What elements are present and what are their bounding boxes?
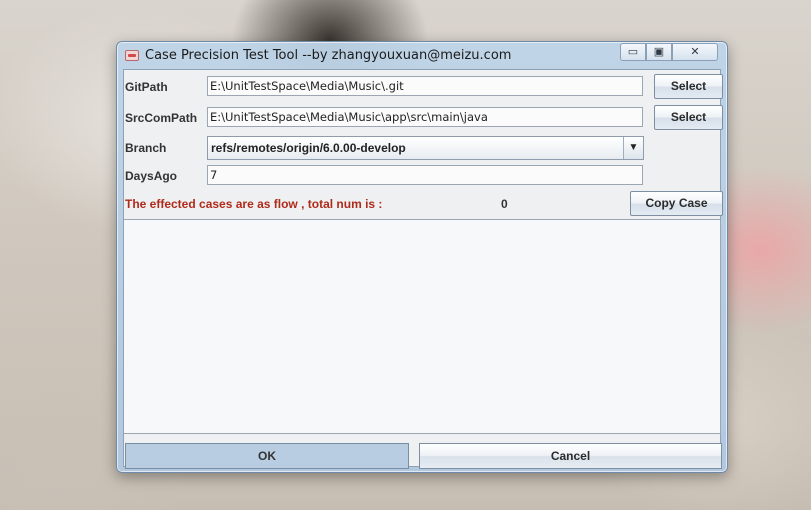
title-bar[interactable]: Case Precision Test Tool --by zhangyouxu… xyxy=(117,42,727,69)
minimize-icon: ▭ xyxy=(627,46,639,58)
chevron-down-icon[interactable]: ▼ xyxy=(623,137,643,159)
cancel-button[interactable]: Cancel xyxy=(419,443,722,469)
branch-dropdown[interactable]: refs/remotes/origin/6.0.00-develop ▼ xyxy=(207,136,644,160)
ok-button[interactable]: OK xyxy=(125,443,409,469)
branch-label: Branch xyxy=(125,141,167,155)
gitpath-select-button[interactable]: Select xyxy=(654,74,723,99)
app-window: Case Precision Test Tool --by zhangyouxu… xyxy=(116,41,728,473)
maximize-button[interactable]: ▣ xyxy=(646,43,672,61)
total-count: 0 xyxy=(501,197,508,211)
app-icon xyxy=(125,50,139,61)
effected-cases-label: The effected cases are as flow , total n… xyxy=(125,197,383,211)
srccompath-select-button[interactable]: Select xyxy=(654,105,723,130)
window-title: Case Precision Test Tool --by zhangyouxu… xyxy=(145,48,512,63)
results-textarea[interactable] xyxy=(124,219,721,434)
gitpath-label: GitPath xyxy=(125,80,168,94)
copy-case-button[interactable]: Copy Case xyxy=(630,191,723,216)
client-area: GitPath E:\UnitTestSpace\Media\Music\.gi… xyxy=(123,69,723,469)
close-icon: ✕ xyxy=(690,46,700,58)
daysago-label: DaysAgo xyxy=(125,169,178,183)
close-button[interactable]: ✕ xyxy=(672,43,718,61)
daysago-input[interactable]: 7 xyxy=(207,165,643,185)
gitpath-input[interactable]: E:\UnitTestSpace\Media\Music\.git xyxy=(207,76,643,96)
srccompath-input[interactable]: E:\UnitTestSpace\Media\Music\app\src\mai… xyxy=(207,107,643,127)
minimize-button[interactable]: ▭ xyxy=(620,43,646,61)
branch-value: refs/remotes/origin/6.0.00-develop xyxy=(211,141,406,155)
srccompath-label: SrcComPath xyxy=(125,111,198,125)
maximize-icon: ▣ xyxy=(653,46,665,58)
